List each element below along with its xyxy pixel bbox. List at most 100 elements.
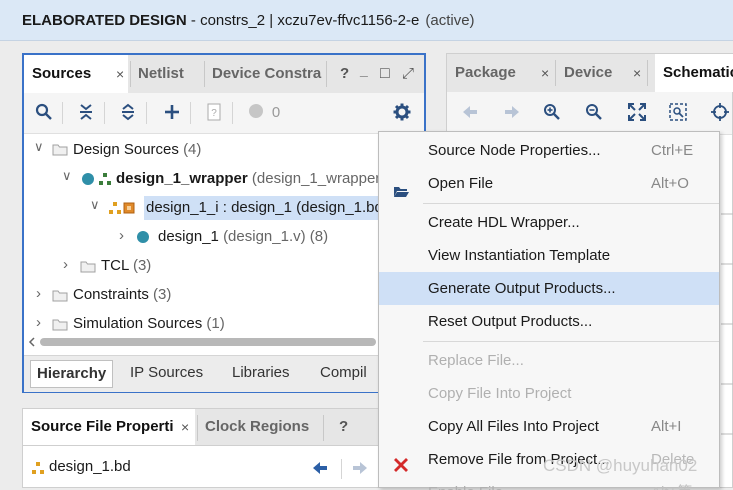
crosshair-icon[interactable] <box>711 103 729 124</box>
menu-item-label: Replace File... <box>428 352 524 369</box>
forward-arrow-icon[interactable] <box>503 104 521 123</box>
menu-item-generate-output-products[interactable]: Generate Output Products... <box>379 272 719 305</box>
back-arrow-icon[interactable] <box>311 460 329 479</box>
sources-bottom-tabs: Hierarchy IP Sources Libraries Compil <box>24 355 424 392</box>
tree-item-label: design_1_wrapper <box>116 170 248 187</box>
menu-item-open-file[interactable]: Open File Alt+O <box>379 167 719 200</box>
zoom-in-icon[interactable] <box>543 103 561 124</box>
svg-text:?: ? <box>211 108 217 119</box>
chevron-right-icon[interactable]: › <box>63 256 68 273</box>
tab-compile-order[interactable]: Compil <box>320 360 372 386</box>
watermark: CSDN @huyuhan02 <box>543 456 698 475</box>
collapse-all-icon[interactable] <box>76 103 96 123</box>
source-file-properties-panel: Source File Properti × Clock Regions ? d… <box>22 408 426 488</box>
add-sources-icon[interactable] <box>162 103 182 123</box>
hierarchy-icon <box>98 172 112 189</box>
tree-item-label: TCL <box>101 257 129 274</box>
tree-item-design-sources[interactable]: Design Sources (4) <box>73 138 201 162</box>
tab-source-file-properties[interactable]: Source File Properti <box>23 409 195 445</box>
status-dot-icon <box>81 172 95 189</box>
menu-item-label: Create HDL Wrapper... <box>428 214 580 231</box>
menu-separator <box>423 203 719 204</box>
tree-item-count: (1) <box>206 315 225 332</box>
right-tab-bar: Package × Device × Schematic <box>447 54 733 93</box>
menu-item-label: Source Node Properties... <box>428 142 601 159</box>
sfp-file-name: design_1.bd <box>49 458 131 475</box>
tab-ip-sources[interactable]: IP Sources <box>130 360 203 386</box>
minimize-icon[interactable]: _ <box>360 51 368 89</box>
chevron-right-icon[interactable]: › <box>36 285 41 302</box>
tab-sources[interactable]: Sources <box>24 55 128 93</box>
tab-separator <box>204 61 205 87</box>
tab-schematic[interactable]: Schematic <box>655 54 733 92</box>
menu-item-view-instantiation-template[interactable]: View Instantiation Template <box>379 239 719 272</box>
sfp-tab-bar: Source File Properti × Clock Regions ? <box>23 409 425 446</box>
horizontal-scrollbar[interactable] <box>26 335 378 349</box>
chevron-right-icon[interactable]: › <box>36 314 41 331</box>
menu-item-shortcut: Alt+O <box>651 175 689 192</box>
tab-sources-label: Sources <box>32 65 92 82</box>
float-window-icon[interactable]: ⤢ <box>402 55 414 93</box>
sources-panel: Sources × Netlist Device Constra ? _ □ ⤢… <box>22 53 426 393</box>
tab-separator <box>130 61 131 87</box>
tree-item-design-1-i[interactable]: design_1_i : design_1 (design_1.bd) <box>144 196 390 220</box>
chevron-down-icon[interactable]: ∨ <box>34 139 44 155</box>
menu-item-copy-all-files-into-project[interactable]: Copy All Files Into Project Alt+I <box>379 410 719 443</box>
back-arrow-icon[interactable] <box>461 104 479 123</box>
chevron-right-icon[interactable]: › <box>119 227 124 244</box>
menu-item-label: View Instantiation Template <box>428 247 611 264</box>
menu-item-create-hdl-wrapper[interactable]: Create HDL Wrapper... <box>379 206 719 239</box>
tab-sources-close-icon[interactable]: × <box>116 55 124 93</box>
tab-sfp-close-icon[interactable]: × <box>181 409 189 445</box>
right-toolbar <box>447 92 732 135</box>
tab-device[interactable]: Device <box>564 54 612 92</box>
tab-separator <box>326 61 327 87</box>
menu-item-label: Generate Output Products... <box>428 280 616 297</box>
gear-icon[interactable] <box>392 103 412 123</box>
tab-device-close-icon[interactable]: × <box>633 54 641 92</box>
menu-item-source-node-properties[interactable]: Source Node Properties... Ctrl+E <box>379 134 719 167</box>
menu-item-shortcut: Ctrl+E <box>651 142 694 159</box>
forward-arrow-icon[interactable] <box>351 460 369 479</box>
fit-view-icon[interactable] <box>628 103 646 124</box>
tab-netlist[interactable]: Netlist <box>138 55 184 93</box>
chevron-down-icon[interactable]: ∨ <box>62 168 72 184</box>
help-icon[interactable]: ? <box>339 409 348 445</box>
tree-item-design-1-wrapper[interactable]: design_1_wrapper (design_1_wrapper. <box>116 167 384 191</box>
tab-hierarchy[interactable]: Hierarchy <box>30 360 114 388</box>
menu-item-label: Open File <box>428 175 494 192</box>
tree-item-label: Simulation Sources <box>73 315 203 332</box>
zoom-area-icon[interactable] <box>669 103 687 124</box>
menu-item-replace-file: Replace File... <box>379 344 719 377</box>
tree-item-design-1[interactable]: design_1 (design_1.v) (8) <box>158 225 328 249</box>
tab-clock-regions[interactable]: Clock Regions <box>205 409 309 445</box>
tab-device-constraints[interactable]: Device Constra <box>212 55 324 93</box>
folder-icon <box>52 289 68 305</box>
chevron-down-icon[interactable]: ∨ <box>90 197 100 213</box>
tree-item-file: (design_1_wrapper. <box>251 170 384 187</box>
menu-item-shortcut: Alt+I <box>651 418 682 435</box>
menu-item-reset-output-products[interactable]: Reset Output Products... <box>379 305 719 338</box>
block-design-icon <box>108 201 136 218</box>
expand-all-icon[interactable] <box>118 103 138 123</box>
tab-separator <box>197 415 198 441</box>
title-text: ELABORATED DESIGN - constrs_2 | xczu7ev-… <box>22 12 475 29</box>
sources-toolbar: ? 0 <box>24 93 424 134</box>
maximize-icon[interactable]: □ <box>380 55 390 93</box>
zoom-out-icon[interactable] <box>585 103 603 124</box>
help-icon[interactable]: ? <box>340 55 349 93</box>
toolbar-separator <box>104 102 105 124</box>
search-icon[interactable] <box>34 103 54 123</box>
menu-item-label: Copy File Into Project <box>428 385 572 402</box>
tree-item-constraints[interactable]: Constraints (3) <box>73 283 171 307</box>
context-menu: Source Node Properties... Ctrl+E Open Fil… <box>378 131 720 490</box>
tree-item-label: Design Sources <box>73 141 179 158</box>
tab-package[interactable]: Package <box>455 54 516 92</box>
properties-icon[interactable]: ? <box>204 103 224 123</box>
tab-libraries[interactable]: Libraries <box>232 360 290 386</box>
design-details: - constrs_2 | xczu7ev-ffvc1156-2-e <box>186 12 420 29</box>
tab-package-close-icon[interactable]: × <box>541 54 549 92</box>
tree-item-count: (3) <box>153 286 172 303</box>
tree-item-tcl[interactable]: TCL (3) <box>101 254 151 278</box>
tree-item-simulation-sources[interactable]: Simulation Sources (1) <box>73 312 225 336</box>
